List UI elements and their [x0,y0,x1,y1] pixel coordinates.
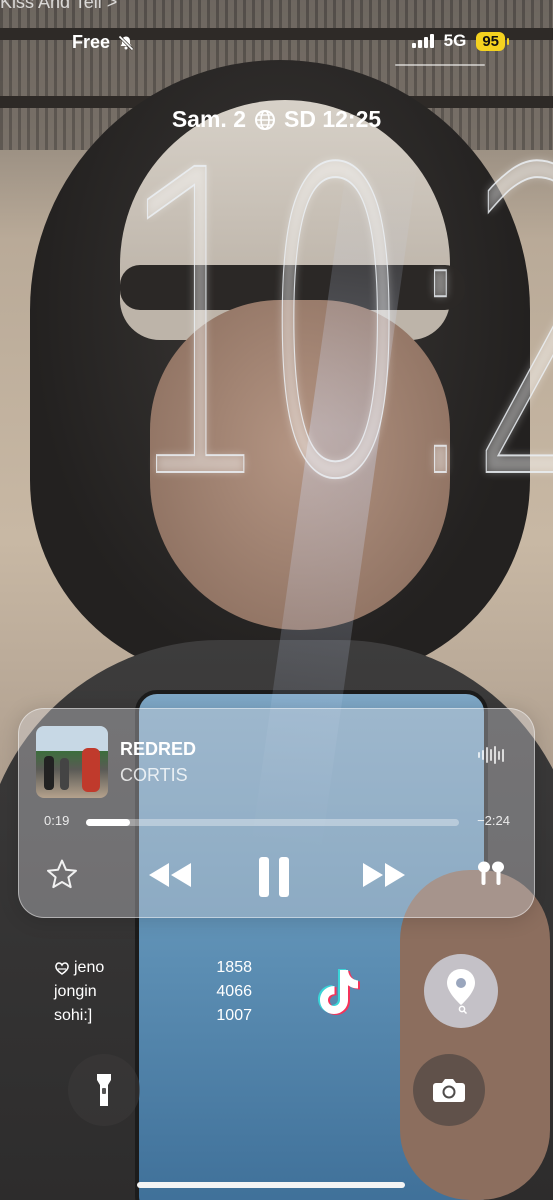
counts-widget[interactable]: jeno 1858 jongin 4066 sohi:] 1007 [54,956,252,1028]
camera-icon [433,1079,465,1102]
count-name: jeno [74,959,105,976]
count-row: jeno 1858 [54,956,252,980]
fast-forward-icon[interactable] [359,855,409,895]
live-activity-text[interactable]: Kiss And Tell > [0,0,117,13]
heart-hand-icon [55,962,69,975]
count-value: 4066 [216,983,252,1000]
song-title: REDRED [120,739,197,759]
count-value: 1007 [216,1007,252,1024]
carrier-name: Free [72,32,111,52]
elapsed-time: 0:19 [44,813,70,828]
remaining-time: −2:24 [477,813,510,828]
airpods-icon[interactable] [474,859,508,889]
bell-slash-icon [118,34,134,51]
status-indicators: 5G 95 [411,31,509,51]
progress-fill [86,819,130,826]
count-name: jongin [54,983,97,1000]
now-playing-widget[interactable]: REDRED CORTIS 0:19 −2:24 [18,708,535,918]
home-indicator[interactable] [137,1182,405,1188]
lock-clock: 10:25 [121,83,553,572]
carrier-label: Free [72,32,134,53]
flashlight-icon [97,1074,111,1106]
waveform-icon [478,746,504,764]
find-my-button[interactable] [424,954,498,1028]
star-icon[interactable] [45,857,79,891]
network-type: 5G [443,31,467,50]
pause-icon[interactable] [255,855,295,899]
count-row: sohi:] 1007 [54,1004,252,1028]
progress-scrubber[interactable] [86,819,459,826]
count-value: 1858 [216,959,252,976]
flashlight-button[interactable] [68,1054,140,1126]
status-underline [395,64,485,66]
camera-button[interactable] [413,1054,485,1126]
album-art[interactable] [36,726,108,798]
tiktok-icon[interactable] [314,966,362,1018]
battery-indicator: 95 [476,31,509,51]
count-row: jongin 4066 [54,980,252,1004]
count-name: sohi:] [54,1007,93,1024]
find-my-icon [447,969,475,1015]
rewind-icon[interactable] [145,855,195,895]
song-artist: CORTIS [120,765,188,785]
signal-icon [411,34,434,48]
